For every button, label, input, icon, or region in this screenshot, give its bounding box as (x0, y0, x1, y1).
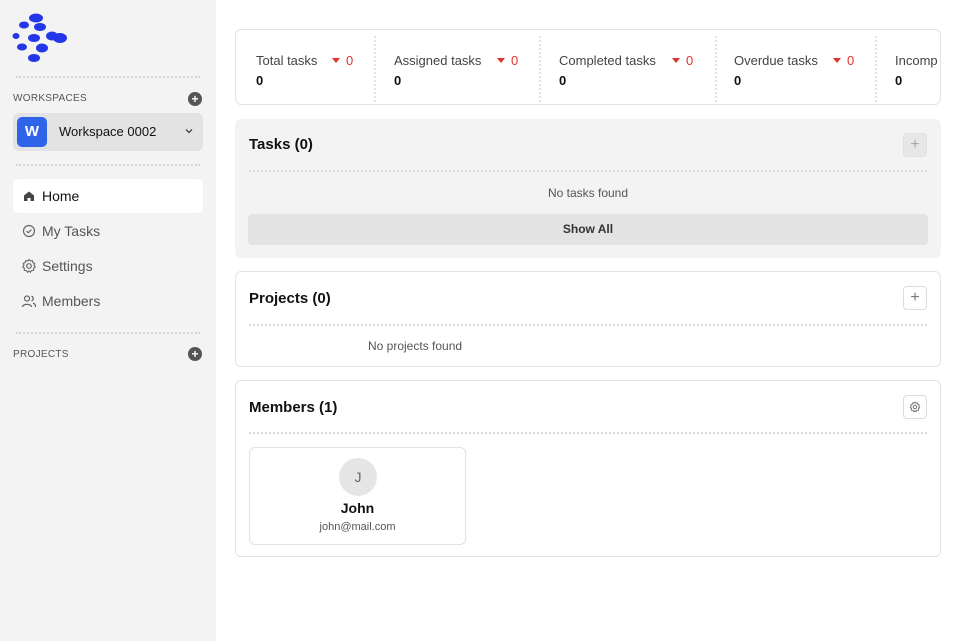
add-workspace-button[interactable]: + (188, 92, 202, 106)
stat-value: 0 (559, 73, 567, 88)
workspaces-label: WORKSPACES (13, 93, 87, 104)
tasks-title: Tasks (0) (249, 136, 313, 153)
member-settings-button[interactable] (903, 395, 927, 419)
stat-delta: 0 (332, 53, 353, 68)
divider (249, 170, 927, 172)
projects-title: Projects (0) (249, 290, 331, 307)
stat-incomplete-tasks: Incomp 0 (875, 30, 940, 104)
stat-total-tasks: Total tasks 0 0 (236, 30, 374, 104)
main-content: Total tasks 0 0 Assigned tasks 0 0 Compl… (216, 0, 966, 641)
workspace-avatar: W (17, 117, 47, 147)
stat-value: 0 (256, 73, 264, 88)
divider (249, 432, 927, 434)
add-project-button[interactable]: + (188, 347, 202, 361)
users-icon (21, 295, 37, 308)
divider (16, 76, 200, 78)
app-logo[interactable] (12, 12, 72, 64)
stat-delta: 0 (833, 53, 854, 68)
stat-value: 0 (895, 73, 903, 88)
add-task-button[interactable]: + (903, 133, 927, 157)
member-email: john@mail.com (319, 521, 396, 533)
arrow-down-icon (833, 58, 841, 63)
stat-label: Overdue tasks (734, 53, 818, 68)
projects-card: Projects (0) + No projects found (235, 271, 941, 367)
nav-item-label: My Tasks (42, 223, 101, 239)
nav-item-home[interactable]: Home (13, 179, 203, 213)
stat-delta: 0 (497, 53, 518, 68)
add-project-button[interactable]: + (903, 286, 927, 310)
stat-overdue-tasks: Overdue tasks 0 0 (715, 30, 875, 104)
member-card[interactable]: J John john@mail.com (249, 447, 466, 545)
arrow-down-icon (672, 58, 680, 63)
stats-card: Total tasks 0 0 Assigned tasks 0 0 Compl… (235, 29, 941, 105)
nav-item-label: Members (42, 293, 101, 309)
divider (16, 164, 200, 166)
stat-label: Completed tasks (559, 53, 656, 68)
tasks-card: Tasks (0) + No tasks found Show All (235, 119, 941, 258)
members-card: Members (1) J John john@mail.com (235, 380, 941, 557)
stat-completed-tasks: Completed tasks 0 0 (539, 30, 715, 104)
sidebar: WORKSPACES + W Workspace 0002 Home My Ta… (0, 0, 216, 641)
chevron-down-icon (185, 129, 193, 134)
workspace-name: Workspace 0002 (59, 124, 157, 139)
avatar: J (339, 458, 377, 496)
member-name: John (340, 500, 375, 516)
stat-label: Assigned tasks (394, 53, 482, 68)
stat-value: 0 (394, 73, 402, 88)
projects-empty-message: No projects found (368, 339, 463, 353)
projects-label: PROJECTS (13, 349, 69, 360)
stat-label: Total tasks (256, 53, 318, 68)
stat-assigned-tasks: Assigned tasks 0 0 (374, 30, 539, 104)
members-title: Members (1) (249, 399, 338, 416)
arrow-down-icon (332, 58, 340, 63)
stat-value: 0 (734, 73, 742, 88)
app: WORKSPACES + W Workspace 0002 Home My Ta… (0, 0, 966, 641)
arrow-down-icon (497, 58, 505, 63)
show-all-button[interactable]: Show All (248, 214, 928, 245)
gear-icon (909, 401, 921, 413)
tasks-empty-message: No tasks found (547, 186, 629, 200)
workspace-switcher[interactable]: W Workspace 0002 (13, 113, 203, 151)
divider (249, 324, 927, 326)
stat-delta: 0 (672, 53, 693, 68)
check-circle-icon (22, 224, 36, 238)
nav-item-label: Settings (42, 258, 93, 274)
nav-item-settings[interactable]: Settings (13, 249, 203, 283)
divider (16, 332, 200, 334)
nav-item-label: Home (42, 188, 80, 204)
gear-icon (21, 258, 37, 274)
stat-label: Incomp (895, 53, 938, 68)
nav-item-members[interactable]: Members (13, 284, 203, 318)
nav-item-my-tasks[interactable]: My Tasks (13, 214, 203, 248)
home-icon (24, 191, 34, 201)
